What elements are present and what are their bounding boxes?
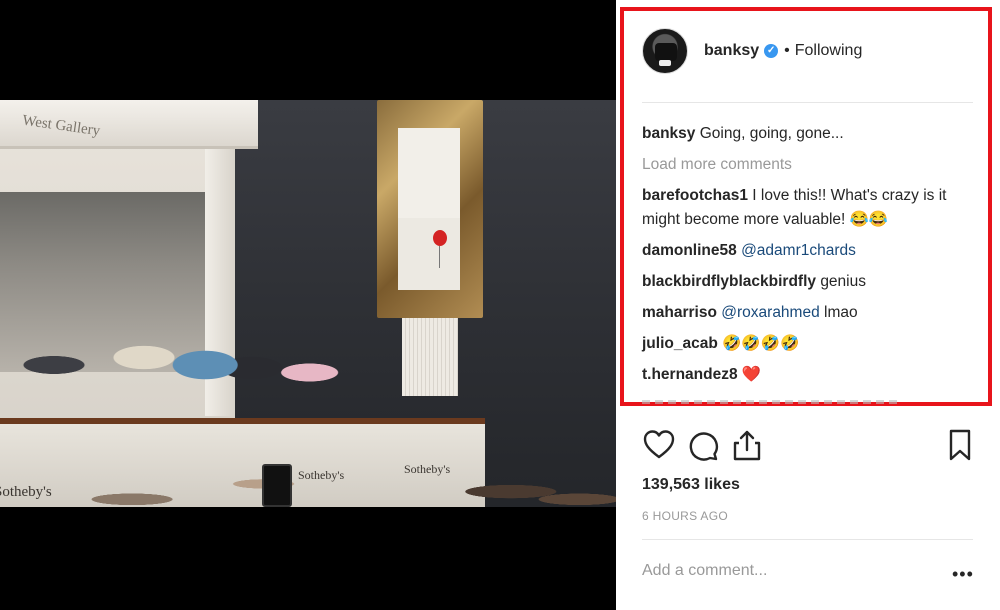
auction-staff xyxy=(0,275,360,425)
comment-row: damonline58 @adamr1chards xyxy=(642,239,977,263)
separator-dot: • xyxy=(784,42,790,59)
like-count[interactable]: 139,563 likes xyxy=(642,476,740,494)
comment-username[interactable]: maharriso xyxy=(642,304,717,321)
comment-username[interactable]: barefootchas1 xyxy=(642,187,748,204)
gallery-cornice: West Gallery xyxy=(0,100,258,149)
post-header: banksy ✓ • Following xyxy=(642,24,862,78)
comment-username[interactable]: damonline58 xyxy=(642,242,737,259)
post-photo[interactable]: West Gallery Sotheby's Sotheby's Sotheby… xyxy=(0,0,616,610)
comment-text: genius xyxy=(820,273,866,290)
shredded-canvas xyxy=(402,318,458,396)
header-divider xyxy=(642,102,973,103)
post-sidebar: banksy ✓ • Following banksy Going, going… xyxy=(616,0,1000,610)
avatar[interactable] xyxy=(642,28,688,74)
bookmark-icon[interactable] xyxy=(943,428,977,462)
following-button[interactable]: Following xyxy=(795,42,863,60)
footer-divider xyxy=(642,539,973,540)
comment-row: julio_acab 🤣🤣🤣🤣 xyxy=(642,332,977,356)
comment-row: barefootchas1 I love this!! What's crazy… xyxy=(642,184,977,232)
comment-row: banksy Going, going, gone... xyxy=(642,122,977,146)
comment-username[interactable]: t.hernandez8 xyxy=(642,366,738,383)
comment-text: 🤣🤣🤣🤣 xyxy=(722,335,800,352)
comment-text: Going, going, gone... xyxy=(699,125,844,142)
username-link[interactable]: banksy xyxy=(704,42,759,60)
red-balloon xyxy=(433,230,447,246)
clipped-comment xyxy=(642,400,902,404)
comment-username[interactable]: blackbirdflyblackbirdfly xyxy=(642,273,816,290)
desk-brand-left: Sotheby's xyxy=(0,484,52,500)
comment-row: t.hernandez8 ❤️ xyxy=(642,363,977,387)
painting-canvas xyxy=(398,128,460,290)
comment-icon[interactable] xyxy=(686,428,720,462)
avatar-cup xyxy=(659,60,671,66)
post-timestamp[interactable]: 6 HOURS AGO xyxy=(642,509,728,523)
avatar-figure xyxy=(655,43,677,61)
comment-input[interactable] xyxy=(642,562,932,580)
comment-text: lmao xyxy=(824,304,858,321)
load-more-comments-link[interactable]: Load more comments xyxy=(642,153,977,177)
comment-username[interactable]: julio_acab xyxy=(642,335,718,352)
audience xyxy=(90,430,616,507)
gallery-sign: West Gallery xyxy=(21,112,102,140)
action-bar xyxy=(642,428,977,462)
comment-text: ❤️ xyxy=(741,366,762,383)
balloon-string xyxy=(439,246,440,268)
heart-icon[interactable] xyxy=(642,428,676,462)
auction-scene: West Gallery Sotheby's Sotheby's Sotheby… xyxy=(0,100,616,507)
audience-phone xyxy=(262,464,292,507)
comment-row: maharriso @roxarahmed lmao xyxy=(642,301,977,325)
comment-mention-link[interactable]: @roxarahmed xyxy=(721,304,819,321)
comment-username[interactable]: banksy xyxy=(642,125,695,142)
more-options-icon[interactable]: ••• xyxy=(952,564,974,585)
comments-list: banksy Going, going, gone... Load more co… xyxy=(642,122,977,394)
verified-badge-icon: ✓ xyxy=(764,44,779,58)
share-icon[interactable] xyxy=(730,428,764,462)
comment-mention-link[interactable]: @adamr1chards xyxy=(741,242,856,259)
canvas-lower xyxy=(398,218,460,290)
comment-row: blackbirdflyblackbirdfly genius xyxy=(642,270,977,294)
